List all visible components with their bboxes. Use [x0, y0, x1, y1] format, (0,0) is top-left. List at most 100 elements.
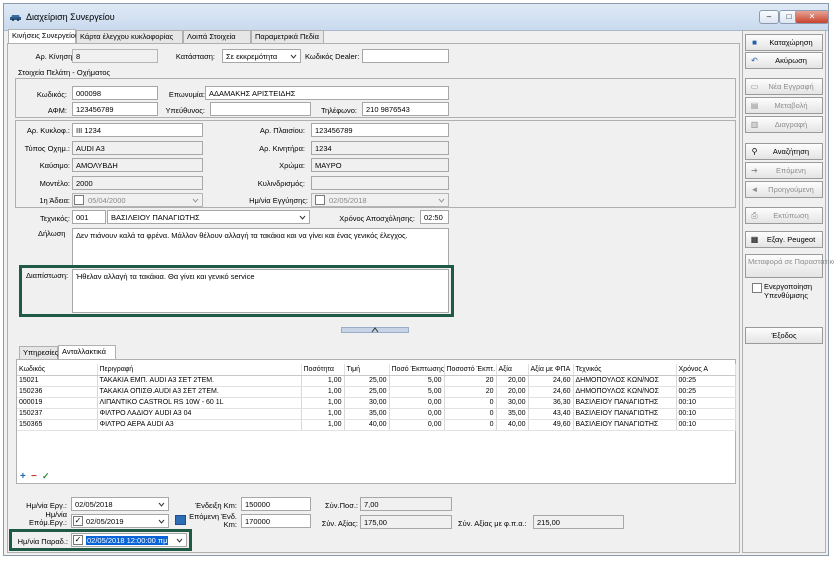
export-peugeot-button[interactable]: ▦ Εξαγ. Peugeot: [745, 231, 823, 248]
technician-code-field[interactable]: 001: [72, 210, 106, 224]
customer-name-field[interactable]: ΑΔΑΜΑΚΗΣ ΑΡΙΣΤΕΙΔΗΣ: [205, 86, 449, 100]
table-cell: 20: [444, 375, 497, 387]
column-header[interactable]: Κωδικός: [17, 364, 98, 376]
table-cell: 30,00: [344, 397, 390, 409]
table-cell: 00:25: [676, 375, 736, 387]
chevron-down-icon: [438, 198, 445, 203]
next-date-label: Ημ/νία Επόμ.Εργ.:: [29, 510, 67, 527]
reminder-checkbox[interactable]: [752, 283, 762, 293]
engine-field[interactable]: 1234: [311, 141, 449, 155]
export-icon: ▦: [750, 235, 759, 244]
column-header[interactable]: Αξία με ΦΠΑ: [528, 364, 574, 376]
tab-inspection-card[interactable]: Κάρτα έλεγχου κυκλοφορίας: [76, 30, 183, 43]
table-cell: 20,00: [496, 375, 529, 387]
table-cell: 0,00: [389, 397, 445, 409]
tab-parametric[interactable]: Παραμετρικά Πεδία: [251, 30, 324, 43]
edit-button[interactable]: ▤ Μεταβολή: [745, 97, 823, 114]
next-date-field[interactable]: ✓ 02/05/2019: [71, 514, 169, 528]
arrow-right-icon: ➔: [751, 166, 758, 175]
column-header[interactable]: Περιγραφή: [97, 364, 302, 376]
vehicle-type-field[interactable]: AUDI A3: [72, 141, 203, 155]
cc-field[interactable]: [311, 176, 449, 190]
plate-field[interactable]: ΙΙΙ 1234: [72, 123, 203, 137]
remove-row-icon[interactable]: −: [31, 471, 37, 482]
table-cell: 0,00: [389, 408, 445, 420]
tab-services[interactable]: Υπηρεσίες: [19, 346, 58, 359]
time-field[interactable]: 02:50: [420, 210, 449, 224]
tab-parts[interactable]: Ανταλλακτικά: [58, 345, 116, 359]
column-header[interactable]: Χρόνος Α: [676, 364, 736, 376]
table-cell: 24,60: [528, 386, 574, 398]
table-cell: ΦΙΛΤΡΟ ΑΕΡΑ AUDI A3: [97, 419, 302, 431]
chassis-field[interactable]: 123456789: [311, 123, 449, 137]
column-header[interactable]: Ποσότητα: [301, 364, 345, 376]
table-row[interactable]: 150237 ΦΙΛΤΡΟ ΛΑΔΙΟΥ AUDI A3 04 1,00 35,00 0…: [17, 408, 736, 420]
column-header[interactable]: Αξία: [496, 364, 529, 376]
table-cell: ΤΑΚΑΚΙΑ ΟΠΙΣΘ.AUDI A3 ΣΕΤ 2ΤΕΜ.: [97, 386, 302, 398]
warranty-field[interactable]: 02/05/2018: [311, 193, 449, 207]
warranty-checkbox[interactable]: [315, 195, 325, 205]
table-cell: ΛΙΠΑΝΤΙΚΟ CASTROL RS 10W - 60 1L: [97, 397, 302, 409]
new-record-button[interactable]: ▭ Νέα Εγγραφή: [745, 78, 823, 95]
color-field[interactable]: ΜΑΥΡΟ: [311, 158, 449, 172]
table-row[interactable]: 150365 ΦΙΛΤΡΟ ΑΕΡΑ AUDI A3 1,00 40,00 0,00 0 4…: [17, 419, 736, 431]
dealer-label: Κωδικός Dealer:: [305, 52, 360, 61]
table-row[interactable]: 000019 ΛΙΠΑΝΤΙΚΟ CASTROL RS 10W - 60 1L 1,…: [17, 397, 736, 409]
model-field[interactable]: 2000: [72, 176, 203, 190]
table-cell: 35,00: [344, 408, 390, 420]
move-no-field: 8: [72, 49, 158, 63]
phone-label: Τηλέφωνο:: [320, 106, 357, 115]
responsible-label: Υπεύθυνος:: [165, 106, 205, 115]
status-select[interactable]: Σε εκκρεμότητα: [222, 49, 301, 63]
first-license-field[interactable]: 05/04/2000: [72, 193, 203, 207]
tab-other-data[interactable]: Λοιπά Στοιχεία: [183, 30, 251, 43]
customer-code-field[interactable]: 000098: [72, 86, 158, 100]
next-button[interactable]: ➔ Επόμενη: [745, 162, 823, 179]
confirm-row-icon[interactable]: ✓: [42, 471, 50, 482]
table-cell: ΔΗΜΟΠΟΥΛΟΣ ΚΩΝ/ΝΟΣ: [573, 386, 677, 398]
printer-icon: ⎙: [751, 211, 758, 220]
dealer-field[interactable]: [362, 49, 449, 63]
km-field[interactable]: 150000: [241, 497, 311, 511]
vehicle-type-label: Τύπος Οχημ.:: [24, 144, 70, 153]
print-button[interactable]: ⎙ Εκτύπωση: [745, 207, 823, 224]
table-cell: 00:10: [676, 397, 736, 409]
afm-field[interactable]: 123456789: [72, 102, 158, 116]
first-license-checkbox[interactable]: [74, 195, 84, 205]
add-row-icon[interactable]: +: [20, 471, 26, 482]
search-button[interactable]: ⚲ Αναζήτηση: [745, 143, 823, 160]
close-button[interactable]: ✕: [795, 10, 829, 24]
transfer-button[interactable]: Μεταφορά σε Παραστατικό: [745, 254, 834, 278]
previous-button[interactable]: ◄ Προηγούμενη: [745, 181, 823, 198]
column-header[interactable]: Ποσό Έκπτωσης: [389, 364, 445, 376]
delete-icon: ▥: [750, 120, 759, 129]
table-cell: 25,00: [344, 375, 390, 387]
responsible-field[interactable]: [210, 102, 311, 116]
next-date-checkbox[interactable]: ✓: [73, 516, 83, 526]
technician-select[interactable]: ΒΑΣΙΛΕΙΟΥ ΠΑΝΑΓΙΩΤΗΣ: [107, 210, 310, 224]
next-km-field[interactable]: 170000: [241, 514, 311, 528]
arrow-left-icon: ◄: [750, 185, 759, 194]
column-header[interactable]: Τιμή: [344, 364, 390, 376]
minimize-button[interactable]: –: [759, 10, 779, 24]
column-header[interactable]: Ποσοστό Έκπτ.: [444, 364, 497, 376]
phone-field[interactable]: 210 9876543: [362, 102, 449, 116]
declaration-textarea[interactable]: Δεν πιάνουν καλά τα φρένα. Μάλλον θέλουν…: [72, 228, 449, 266]
work-date-field[interactable]: 02/05/2018: [71, 497, 169, 511]
fuel-field[interactable]: ΑΜΟΛΥΒΔΗ: [72, 158, 203, 172]
technician-label: Τεχνικός:: [40, 214, 70, 223]
next-km-label: Επόμενη Ένδ. Km:: [189, 512, 237, 529]
exit-button[interactable]: Έξοδος: [745, 327, 823, 344]
column-header[interactable]: Τεχνικός: [573, 364, 677, 376]
engine-label: Αρ. Κινητήρα:: [259, 144, 305, 153]
table-row[interactable]: 15021 ΤΑΚΑΚΙΑ ΕΜΠ. AUDI A3 ΣΕΤ 2ΤΕΜ. 1,00 2…: [17, 375, 736, 387]
table-cell: 150365: [17, 419, 98, 431]
save-button[interactable]: ■ Καταχώρηση: [745, 34, 823, 51]
tab-movements[interactable]: Κινήσεις Συνεργείου: [8, 29, 79, 43]
customer-name-label: Επωνυμία:: [168, 90, 205, 99]
total-qty-field: 7,00: [360, 497, 452, 511]
cancel-button[interactable]: ↶ Ακύρωση: [745, 52, 823, 69]
table-row[interactable]: 150236 ΤΑΚΑΚΙΑ ΟΠΙΣΘ.AUDI A3 ΣΕΤ 2ΤΕΜ. 1,0…: [17, 386, 736, 398]
afm-label: ΑΦΜ:: [47, 106, 67, 115]
delete-button[interactable]: ▥ Διαγραφή: [745, 116, 823, 133]
